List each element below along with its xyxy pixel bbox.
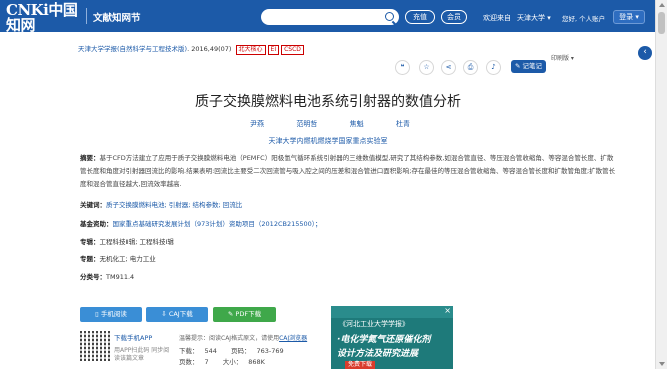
logo-url: www.cnki.net bbox=[6, 33, 47, 40]
keywords-label: 关键词： bbox=[80, 201, 106, 209]
top-header: CNKi中国知网 www.cnki.net 中国知识基础设施工程 文献知网节 充… bbox=[0, 0, 655, 47]
app-scan-text: 用APP扫此码 同步阅读该篇文章 bbox=[114, 347, 170, 362]
charge-button[interactable]: 充值 bbox=[405, 10, 435, 24]
site-name[interactable]: 文献知网节 bbox=[93, 10, 141, 24]
article-stats: 下载： 544 页码： 763-769 页数： 7 大小： 868K bbox=[179, 346, 296, 368]
search-icon[interactable] bbox=[385, 12, 394, 21]
page-count-value: 7 bbox=[204, 358, 209, 366]
size-value: 868K bbox=[248, 358, 265, 366]
fund-label: 基金资助： bbox=[80, 220, 113, 228]
logo-subtitle: 中国知识基础设施工程 bbox=[6, 40, 67, 46]
member-button[interactable]: 会员 bbox=[441, 10, 467, 24]
size-label: 大小： bbox=[222, 358, 243, 366]
pages-value: 763-769 bbox=[256, 347, 284, 355]
scroll-down-arrow-icon[interactable] bbox=[659, 362, 665, 366]
downloads-value: 544 bbox=[204, 347, 217, 355]
download-app-link[interactable]: 下载手机APP bbox=[114, 332, 152, 342]
author-link[interactable]: 范明哲 bbox=[296, 119, 317, 129]
downloads-label: 下载： bbox=[179, 347, 199, 355]
header-divider bbox=[86, 8, 87, 24]
pages-label: 页码： bbox=[231, 347, 251, 355]
bell-icon[interactable]: ♪ bbox=[486, 60, 501, 75]
scroll-thumb[interactable] bbox=[658, 12, 665, 34]
side-panel-toggle-icon[interactable]: ‹ bbox=[638, 46, 652, 60]
abstract-text: 基于CFD方法建立了应用于质子交换膜燃料电池（PEMFC）阳极氢气循环系统引射器… bbox=[80, 154, 616, 189]
topic-label: 专题： bbox=[80, 255, 100, 263]
tag-ei: EI bbox=[267, 45, 280, 55]
topic-value: 无机化工; 电力工业 bbox=[99, 255, 156, 263]
special-label: 专辑： bbox=[80, 238, 100, 246]
article-title: 质子交换膜燃料电池系统引射器的数值分析 bbox=[195, 94, 461, 110]
take-notes-button[interactable]: ✎ 记笔记 bbox=[511, 60, 546, 73]
ad-headline-1: ·电化学氮气还原催化剂 bbox=[337, 335, 431, 345]
tag-pku-core: 北大核心 bbox=[235, 45, 266, 55]
tag-cscd: CSCD bbox=[281, 45, 304, 55]
issue-text[interactable]: . 2016,49(07) bbox=[187, 45, 231, 53]
topic-row: 专题：无机化工; 电力工业 bbox=[80, 253, 620, 266]
special-value: 工程科技Ⅱ辑; 工程科技Ⅰ辑 bbox=[99, 238, 174, 246]
cnki-logo[interactable]: CNKi中国知网 www.cnki.net 中国知识基础设施工程 bbox=[6, 3, 86, 47]
caj-browser-link[interactable]: CAJ浏览器 bbox=[279, 335, 307, 342]
pdf-icon: ✎ bbox=[227, 310, 234, 318]
pdf-download-label: PDF下载 bbox=[235, 310, 262, 318]
personal-account-link[interactable]: 您好, 个人账户 bbox=[562, 13, 605, 23]
classification-value: TM911.4 bbox=[106, 273, 135, 281]
ad-cta[interactable]: 免费下载 bbox=[345, 361, 376, 369]
ad-headline-2: 设计方法及研究进展 bbox=[337, 349, 419, 359]
classification-label: 分类号： bbox=[80, 273, 106, 281]
welcome-text: 欢迎来自 bbox=[483, 14, 511, 22]
ad-top-bar bbox=[331, 306, 453, 318]
download-icon: ⇩ bbox=[161, 310, 167, 318]
caj-tip-text: 温馨提示：阅读CAJ格式原文，请使用 bbox=[179, 335, 280, 342]
phone-icon: ▯ bbox=[95, 310, 99, 318]
source-line: 天津大学学报(自然科学与工程技术版). 2016,49(07) 北大核心 EI CS… bbox=[78, 43, 304, 55]
ad-banner[interactable]: × 《河北工业大学学报》 ·电化学氮气还原催化剂 设计方法及研究进展 免费下载 bbox=[331, 306, 453, 369]
caj-tip: 温馨提示：阅读CAJ格式原文，请使用CAJ浏览器 bbox=[179, 333, 307, 342]
author-list: 尹燕 范明哲 焦魁 杜青 bbox=[250, 119, 410, 129]
ad-journal: 《河北工业大学学报》 bbox=[339, 320, 409, 328]
note-icon: ✎ bbox=[514, 62, 521, 70]
caj-download-label: CAJ下载 bbox=[168, 310, 193, 318]
page-count-label: 页数： bbox=[179, 358, 199, 366]
pdf-download-button[interactable]: ✎ PDF下载 bbox=[213, 307, 276, 322]
author-link[interactable]: 尹燕 bbox=[250, 119, 264, 129]
caj-download-button[interactable]: ⇩ CAJ下载 bbox=[146, 307, 208, 322]
fund-link[interactable]: 国家重点基础研究发展计划（973计划）资助项目（2012CB215500）； bbox=[113, 220, 322, 228]
keywords-row: 关键词：质子交换膜燃料电池; 引射器; 结构参数; 回流比 bbox=[80, 199, 620, 212]
logo-text: CNKi中国知网 bbox=[6, 1, 78, 34]
print-version-dropdown[interactable]: 印刷版 ▾ bbox=[551, 53, 574, 62]
author-link[interactable]: 焦魁 bbox=[350, 119, 364, 129]
quote-icon[interactable]: ❝ bbox=[395, 60, 410, 75]
login-button[interactable]: 登录 ▾ bbox=[613, 10, 645, 24]
fund-row: 基金资助：国家重点基础研究发展计划（973计划）资助项目（2012CB21550… bbox=[80, 218, 620, 231]
close-icon[interactable]: × bbox=[444, 306, 451, 315]
search-input[interactable] bbox=[261, 9, 399, 25]
institution-link[interactable]: 天津大学 ▾ bbox=[517, 13, 551, 23]
classification-row: 分类号：TM911.4 bbox=[80, 271, 620, 284]
keywords-links[interactable]: 质子交换膜燃料电池; 引射器; 结构参数; 回流比 bbox=[106, 201, 242, 209]
author-link[interactable]: 杜青 bbox=[396, 119, 410, 129]
print-icon[interactable]: ⎙ bbox=[463, 60, 478, 75]
abstract-label: 摘要： bbox=[80, 154, 100, 162]
scroll-up-arrow-icon[interactable] bbox=[659, 3, 665, 7]
scrollbar[interactable] bbox=[655, 0, 667, 369]
special-row: 专辑：工程科技Ⅱ辑; 工程科技Ⅰ辑 bbox=[80, 236, 620, 249]
journal-link[interactable]: 天津大学学报(自然科学与工程技术版) bbox=[78, 45, 187, 53]
note-label: 记笔记 bbox=[522, 62, 543, 70]
mobile-read-label: 手机阅读 bbox=[100, 310, 127, 318]
abstract: 摘要：基于CFD方法建立了应用于质子交换膜燃料电池（PEMFC）阳极氢气循环系统… bbox=[80, 152, 616, 192]
qr-code-overlay bbox=[80, 331, 110, 361]
organization-link[interactable]: 天津大学内燃机燃烧学国家重点实验室 bbox=[78, 136, 578, 146]
share-icon[interactable]: ⋖ bbox=[441, 60, 456, 75]
star-icon[interactable]: ☆ bbox=[419, 60, 434, 75]
mobile-read-button[interactable]: ▯ 手机阅读 bbox=[80, 307, 142, 322]
